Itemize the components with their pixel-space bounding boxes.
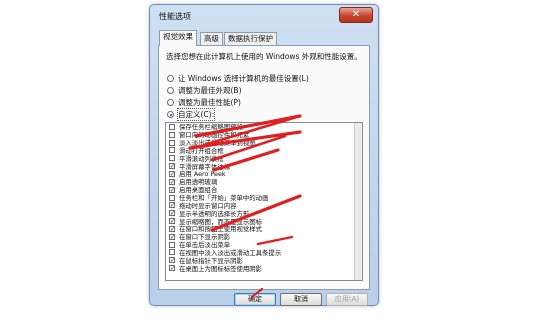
annotation-arrow-stroke xyxy=(250,287,264,299)
annotation-arrow-stroke xyxy=(256,235,294,246)
annotation-arrows xyxy=(188,114,302,299)
tab-visual-effects[interactable]: 视觉效果 xyxy=(159,30,197,46)
annotation-arrow-stroke xyxy=(212,148,280,172)
annotation-arrow-stroke xyxy=(210,194,302,232)
